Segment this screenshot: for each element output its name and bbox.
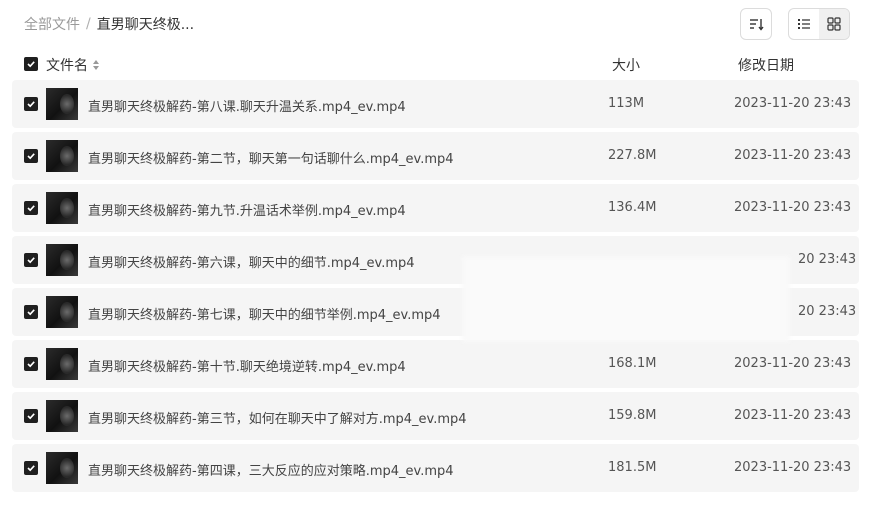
file-row[interactable]: 直男聊天终极解药-第十节.聊天绝境逆转.mp4_ev.mp4 168.1M 20… bbox=[12, 340, 859, 388]
check-icon bbox=[27, 153, 35, 160]
file-row[interactable]: 直男聊天终极解药-第九节.升温话术举例.mp4_ev.mp4 136.4M 20… bbox=[12, 184, 859, 232]
file-size: 181.5M bbox=[608, 460, 657, 475]
row-checkbox[interactable] bbox=[24, 409, 38, 423]
breadcrumb-separator: / bbox=[86, 16, 91, 32]
file-size: 227.8M bbox=[608, 148, 657, 163]
row-checkbox[interactable] bbox=[24, 461, 38, 475]
file-date: 2023-11-20 23:43 bbox=[734, 408, 852, 423]
sort-button[interactable] bbox=[740, 8, 772, 40]
video-thumbnail bbox=[46, 348, 78, 380]
breadcrumb: 全部文件 / 直男聊天终极... bbox=[24, 14, 194, 34]
row-checkbox[interactable] bbox=[24, 97, 38, 111]
grid-view-icon bbox=[827, 17, 841, 31]
file-date: 2023-11-20 23:43 bbox=[734, 460, 852, 475]
check-icon bbox=[27, 61, 35, 68]
file-row[interactable]: 直男聊天终极解药-第四课，三大反应的应对策略.mp4_ev.mp4 181.5M… bbox=[12, 444, 859, 492]
file-list-header: 文件名 大小 修改日期 bbox=[12, 50, 859, 78]
select-all-checkbox[interactable] bbox=[24, 57, 38, 71]
file-date: 2023-11-20 23:43 bbox=[734, 200, 852, 215]
video-thumbnail bbox=[46, 88, 78, 120]
check-icon bbox=[27, 413, 35, 420]
file-name[interactable]: 直男聊天终极解药-第七课，聊天中的细节举例.mp4_ev.mp4 bbox=[88, 304, 441, 323]
file-size: 159.8M bbox=[608, 408, 657, 423]
file-date: 2023-11-20 23:43 bbox=[734, 148, 852, 163]
blur-overlay bbox=[462, 256, 790, 342]
check-icon bbox=[27, 205, 35, 212]
row-checkbox[interactable] bbox=[24, 253, 38, 267]
file-date: 20 23:43 bbox=[798, 304, 857, 319]
video-thumbnail bbox=[46, 452, 78, 484]
video-thumbnail bbox=[46, 140, 78, 172]
file-name[interactable]: 直男聊天终极解药-第十节.聊天绝境逆转.mp4_ev.mp4 bbox=[88, 356, 406, 375]
sort-by-name-header[interactable]: 文件名 bbox=[46, 55, 100, 75]
file-name[interactable]: 直男聊天终极解药-第二节，聊天第一句话聊什么.mp4_ev.mp4 bbox=[88, 148, 454, 167]
file-date: 20 23:43 bbox=[798, 252, 857, 267]
file-row[interactable]: 直男聊天终极解药-第三节，如何在聊天中了解对方.mp4_ev.mp4 159.8… bbox=[12, 392, 859, 440]
file-row[interactable]: 直男聊天终极解药-第二节，聊天第一句话聊什么.mp4_ev.mp4 227.8M… bbox=[12, 132, 859, 180]
list-view-button[interactable] bbox=[789, 9, 819, 39]
grid-view-button[interactable] bbox=[819, 9, 849, 39]
check-icon bbox=[27, 257, 35, 264]
row-checkbox[interactable] bbox=[24, 201, 38, 215]
view-switch bbox=[788, 8, 850, 40]
check-icon bbox=[27, 361, 35, 368]
video-thumbnail bbox=[46, 192, 78, 224]
file-size: 136.4M bbox=[608, 200, 657, 215]
file-name[interactable]: 直男聊天终极解药-第九节.升温话术举例.mp4_ev.mp4 bbox=[88, 200, 406, 219]
file-size: 113M bbox=[608, 96, 645, 111]
breadcrumb-root[interactable]: 全部文件 bbox=[24, 14, 80, 34]
video-thumbnail bbox=[46, 296, 78, 328]
file-name[interactable]: 直男聊天终极解药-第三节，如何在聊天中了解对方.mp4_ev.mp4 bbox=[88, 408, 467, 427]
list-view-icon bbox=[798, 19, 810, 29]
row-checkbox[interactable] bbox=[24, 357, 38, 371]
check-icon bbox=[27, 101, 35, 108]
column-name-label: 文件名 bbox=[46, 58, 88, 74]
breadcrumb-current: 直男聊天终极... bbox=[96, 17, 195, 33]
row-checkbox[interactable] bbox=[24, 149, 38, 163]
file-name[interactable]: 直男聊天终极解药-第八课.聊天升温关系.mp4_ev.mp4 bbox=[88, 96, 406, 115]
file-size: 168.1M bbox=[608, 356, 657, 371]
toolbar bbox=[740, 8, 850, 40]
sort-descending-icon bbox=[750, 19, 764, 31]
row-checkbox[interactable] bbox=[24, 305, 38, 319]
file-name[interactable]: 直男聊天终极解药-第四课，三大反应的应对策略.mp4_ev.mp4 bbox=[88, 460, 454, 479]
column-date-label: 修改日期 bbox=[738, 58, 794, 74]
file-date: 2023-11-20 23:43 bbox=[734, 96, 852, 111]
video-thumbnail bbox=[46, 400, 78, 432]
file-row[interactable]: 直男聊天终极解药-第八课.聊天升温关系.mp4_ev.mp4 113M 2023… bbox=[12, 80, 859, 128]
file-date: 2023-11-20 23:43 bbox=[734, 356, 852, 371]
check-icon bbox=[27, 465, 35, 472]
file-name[interactable]: 直男聊天终极解药-第六课，聊天中的细节.mp4_ev.mp4 bbox=[88, 252, 415, 271]
check-icon bbox=[27, 309, 35, 316]
sort-toggle-icon bbox=[93, 60, 99, 70]
video-thumbnail bbox=[46, 244, 78, 276]
column-size-label: 大小 bbox=[612, 58, 640, 74]
